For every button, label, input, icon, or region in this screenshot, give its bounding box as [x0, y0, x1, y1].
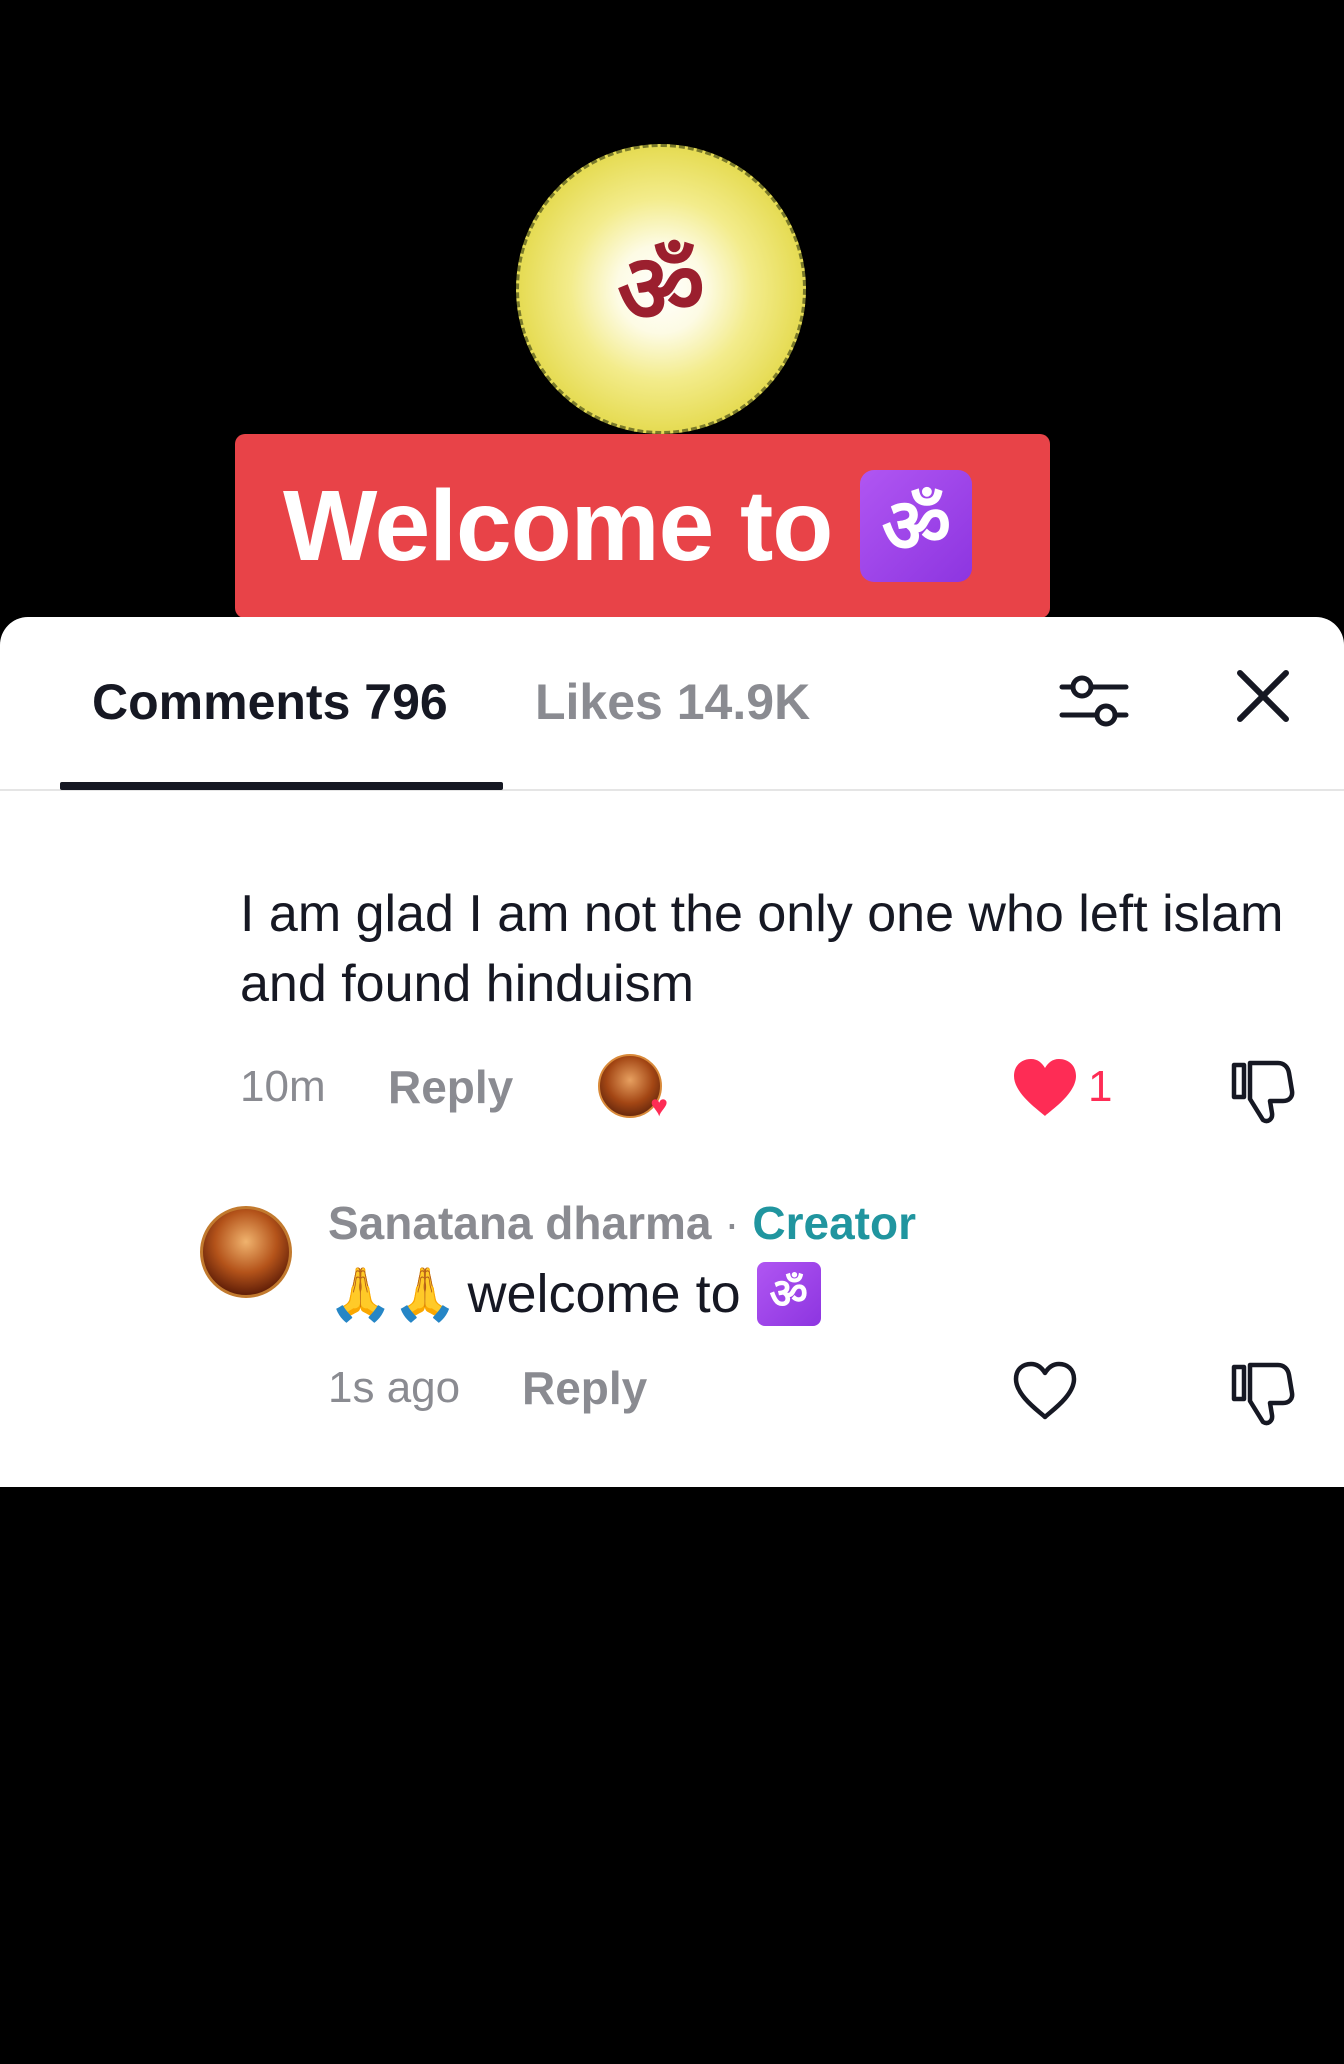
dislike-icon[interactable] — [1228, 1359, 1296, 1427]
reply-author: Sanatana dharma · Creator — [328, 1196, 916, 1250]
creator-badge: Creator — [752, 1197, 916, 1249]
om-emoji-tile: ॐ — [756, 1262, 821, 1326]
tab-likes[interactable]: Likes 14.9K — [535, 673, 810, 731]
like-count: 1 — [1088, 1062, 1113, 1111]
tab-bar: Comments 796 Likes 14.9K — [0, 617, 1344, 791]
mini-heart-icon: ♥ — [650, 1090, 668, 1123]
active-tab-indicator — [60, 782, 503, 790]
om-symbol: ॐ — [617, 233, 705, 345]
comment-reply-button[interactable]: Reply — [388, 1060, 513, 1114]
welcome-banner: Welcome to ॐ — [235, 434, 1050, 618]
tab-comments[interactable]: Comments 796 — [92, 673, 448, 731]
reply-time: 1s ago — [328, 1363, 461, 1412]
avatar[interactable] — [200, 1206, 292, 1298]
comment-text: I am glad I am not the only one who left… — [240, 885, 1284, 1013]
om-emblem: ॐ — [516, 144, 806, 434]
close-icon[interactable] — [1232, 665, 1294, 727]
banner-text: Welcome to — [283, 469, 833, 582]
reply-body: welcome to — [467, 1264, 741, 1324]
separator: · — [724, 1197, 740, 1249]
om-emoji-tile: ॐ — [860, 470, 973, 582]
reply-text: 🙏🙏 welcome to ॐ — [328, 1262, 821, 1326]
comment-time: 10m — [240, 1062, 326, 1111]
filter-icon[interactable] — [1058, 665, 1130, 737]
heart-outline-icon[interactable] — [1010, 1359, 1080, 1421]
comments-panel: Comments 796 Likes 14.9K I am glad I am … — [0, 617, 1344, 1487]
creator-liked-avatar: ♥ — [598, 1054, 668, 1122]
heart-icon[interactable] — [1010, 1056, 1080, 1118]
video-stage: ॐ Welcome to ॐ Comments 796 Likes 14.9K … — [0, 0, 1344, 2064]
praying-hands-emoji: 🙏🙏 — [328, 1264, 458, 1325]
dislike-icon[interactable] — [1228, 1057, 1296, 1125]
reply-reply-button[interactable]: Reply — [522, 1361, 647, 1415]
author-name[interactable]: Sanatana dharma — [328, 1197, 711, 1249]
